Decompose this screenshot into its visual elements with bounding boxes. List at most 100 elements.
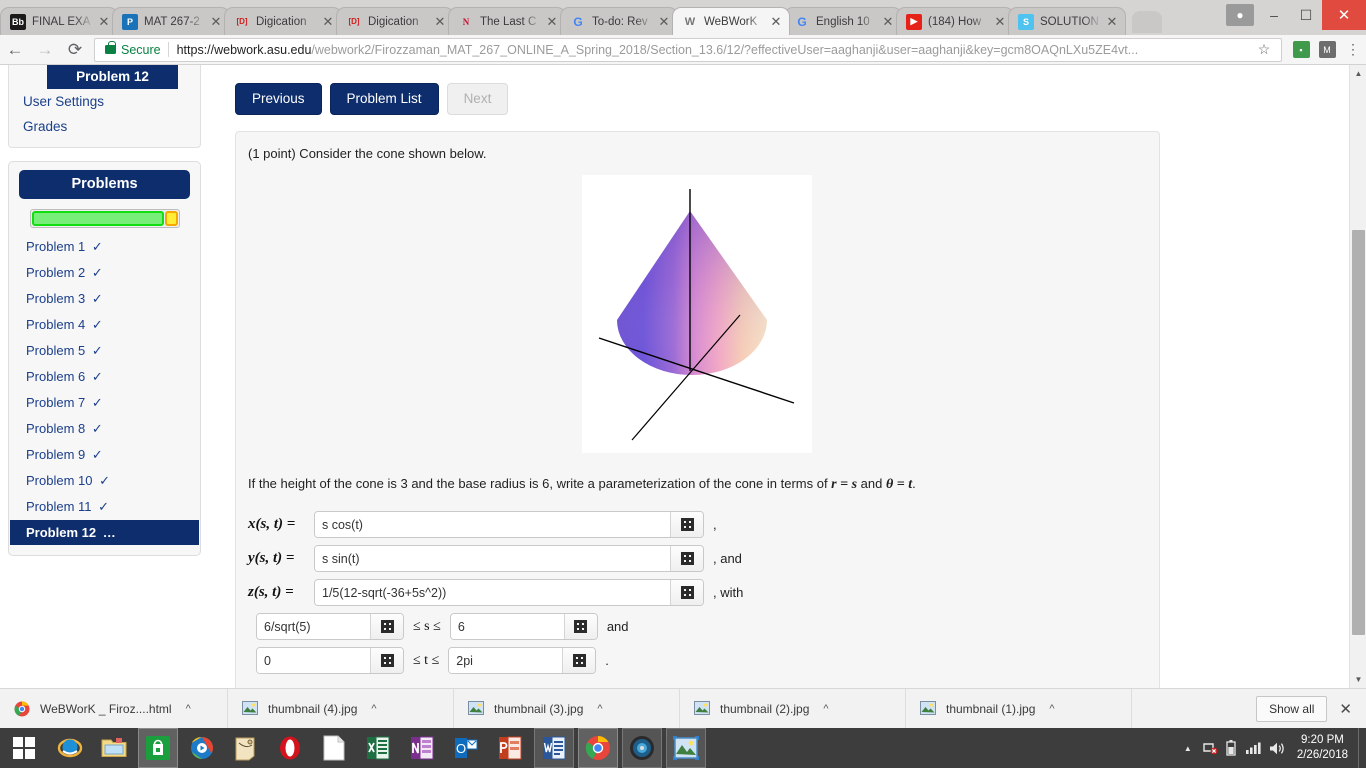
close-tab-button[interactable]: ✕	[545, 14, 559, 29]
scrollbar-thumb[interactable]	[1352, 230, 1365, 635]
close-tab-button[interactable]: ✕	[433, 14, 447, 29]
range-lower-input-2[interactable]	[257, 648, 370, 673]
problem-link-11[interactable]: Problem 11 ✓	[9, 494, 200, 520]
download-item-1[interactable]: WeBWorK _ Firoz....html ^	[0, 688, 228, 729]
page-scrollbar[interactable]: ▲ ▼	[1349, 65, 1366, 688]
range-upper-input-1[interactable]	[450, 614, 564, 639]
problem-list-button[interactable]: Problem List	[329, 83, 439, 115]
battery-icon[interactable]	[1221, 728, 1243, 768]
problem-link-8[interactable]: Problem 8 ✓	[9, 416, 200, 442]
extension-two-icon[interactable]: M	[1314, 37, 1340, 63]
network-problem-icon[interactable]	[1199, 728, 1221, 768]
keypad-grid-icon[interactable]	[563, 614, 597, 639]
forward-button[interactable]: →	[30, 35, 60, 65]
answer-input-1[interactable]	[315, 512, 670, 537]
keypad-grid-icon[interactable]	[670, 580, 703, 605]
close-tab-button[interactable]: ✕	[321, 14, 335, 29]
answer-input-2[interactable]	[315, 546, 670, 571]
browser-tab-8[interactable]: G English 10 ✕	[784, 7, 902, 35]
browser-menu-button[interactable]: ⋮	[1340, 37, 1366, 63]
scroll-down-arrow[interactable]: ▼	[1350, 671, 1366, 688]
outlook-icon[interactable]: O	[446, 728, 486, 768]
internet-explorer-icon[interactable]	[50, 728, 90, 768]
document-icon[interactable]	[314, 728, 354, 768]
problem-link-9[interactable]: Problem 9 ✓	[9, 442, 200, 468]
problems-header[interactable]: Problems	[19, 170, 190, 199]
problem-link-1[interactable]: Problem 1 ✓	[9, 234, 200, 260]
word-icon[interactable]	[534, 728, 574, 768]
browser-tab-9[interactable]: ▶ (184) How ✕	[896, 7, 1014, 35]
browser-tab-2[interactable]: P MAT 267-2 ✕	[112, 7, 230, 35]
minimize-button[interactable]: –	[1258, 0, 1290, 30]
problem-link-12[interactable]: Problem 12 …	[10, 520, 199, 545]
file-explorer-icon[interactable]	[94, 728, 134, 768]
close-tab-button[interactable]: ✕	[881, 14, 895, 29]
taskbar-clock[interactable]: 9:20 PM 2/26/2018	[1291, 733, 1358, 763]
previous-button[interactable]: Previous	[235, 83, 322, 115]
answer-input-3[interactable]	[315, 580, 670, 605]
download-item-3[interactable]: thumbnail (3).jpg ^	[454, 688, 680, 729]
download-menu-caret[interactable]: ^	[186, 703, 191, 715]
browser-tab-5[interactable]: N The Last C ✕	[448, 7, 566, 35]
keypad-grid-icon[interactable]	[670, 512, 703, 537]
problem-link-10[interactable]: Problem 10 ✓	[9, 468, 200, 494]
show-desktop-button[interactable]	[1358, 728, 1366, 768]
browser-tab-6[interactable]: G To-do: Rev ✕	[560, 7, 678, 35]
excel-icon[interactable]	[358, 728, 398, 768]
range-lower-input-1[interactable]	[257, 614, 370, 639]
show-hidden-icons-arrow[interactable]: ▲	[1177, 728, 1199, 768]
address-bar[interactable]: Secure https://webwork.asu.edu/webwork2/…	[94, 37, 1282, 62]
back-button[interactable]: ←	[0, 35, 30, 65]
problem-link-5[interactable]: Problem 5 ✓	[9, 338, 200, 364]
download-item-2[interactable]: thumbnail (4).jpg ^	[228, 688, 454, 729]
new-tab-button[interactable]	[1132, 11, 1162, 33]
range-upper-input-2[interactable]	[449, 648, 563, 673]
close-shelf-button[interactable]: ✕	[1339, 700, 1352, 718]
photos-icon[interactable]	[666, 728, 706, 768]
close-tab-button[interactable]: ✕	[209, 14, 223, 29]
profile-avatar-icon[interactable]: ●	[1226, 4, 1254, 26]
close-tab-button[interactable]: ✕	[993, 14, 1007, 29]
close-tab-button[interactable]: ✕	[769, 14, 783, 29]
browser-tab-7[interactable]: W WeBWorK ✕	[672, 7, 790, 35]
problem-link-6[interactable]: Problem 6 ✓	[9, 364, 200, 390]
browser-tab-4[interactable]: [D] Digication ✕	[336, 7, 454, 35]
close-tab-button[interactable]: ✕	[97, 14, 111, 29]
extension-one-icon[interactable]: ▪	[1288, 37, 1314, 63]
problem-link-7[interactable]: Problem 7 ✓	[9, 390, 200, 416]
opera-icon[interactable]	[270, 728, 310, 768]
download-menu-caret[interactable]: ^	[597, 703, 602, 715]
problem-link-4[interactable]: Problem 4 ✓	[9, 312, 200, 338]
download-menu-caret[interactable]: ^	[371, 703, 376, 715]
sticky-notes-icon[interactable]	[226, 728, 266, 768]
microsoft-store-icon[interactable]	[138, 728, 178, 768]
download-menu-caret[interactable]: ^	[823, 703, 828, 715]
signal-bars-icon[interactable]	[1243, 728, 1265, 768]
download-item-5[interactable]: thumbnail (1).jpg ^	[906, 688, 1132, 729]
windows-start-icon[interactable]	[0, 728, 48, 768]
download-menu-caret[interactable]: ^	[1049, 703, 1054, 715]
restore-button[interactable]: ☐	[1290, 0, 1322, 30]
download-item-4[interactable]: thumbnail (2).jpg ^	[680, 688, 906, 729]
onenote-icon[interactable]	[402, 728, 442, 768]
chrome-icon[interactable]	[578, 728, 618, 768]
sidebar-item-grades[interactable]: Grades	[9, 114, 200, 139]
star-icon[interactable]: ☆	[1251, 39, 1277, 61]
keypad-grid-icon[interactable]	[370, 614, 403, 639]
keypad-grid-icon[interactable]	[562, 648, 596, 673]
scroll-up-arrow[interactable]: ▲	[1350, 65, 1366, 82]
close-tab-button[interactable]: ✕	[1105, 14, 1119, 29]
problem-link-2[interactable]: Problem 2 ✓	[9, 260, 200, 286]
keypad-grid-icon[interactable]	[370, 648, 403, 673]
powerpoint-icon[interactable]	[490, 728, 530, 768]
browser-tab-10[interactable]: S SOLUTION ✕	[1008, 7, 1126, 35]
problem-link-3[interactable]: Problem 3 ✓	[9, 286, 200, 312]
keypad-grid-icon[interactable]	[670, 546, 703, 571]
browser-tab-3[interactable]: [D] Digication ✕	[224, 7, 342, 35]
close-window-button[interactable]: ✕	[1322, 0, 1366, 30]
close-tab-button[interactable]: ✕	[657, 14, 671, 29]
reload-button[interactable]: ⟳	[60, 35, 90, 65]
show-all-downloads-button[interactable]: Show all	[1256, 695, 1328, 722]
browser-tab-1[interactable]: Bb FINAL EXA ✕	[0, 7, 118, 35]
disc-utility-icon[interactable]	[622, 728, 662, 768]
